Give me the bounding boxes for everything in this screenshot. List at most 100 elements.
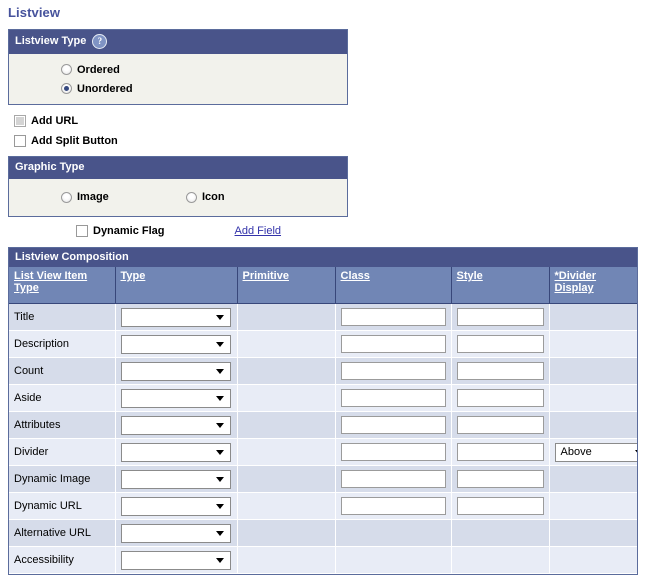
style-input[interactable]	[456, 470, 544, 488]
type-select[interactable]	[120, 469, 231, 489]
class-input[interactable]	[340, 416, 446, 434]
radio-image-indicator[interactable]	[61, 191, 72, 203]
type-select[interactable]	[120, 523, 231, 543]
help-question-icon[interactable]: ?	[92, 34, 108, 49]
cell-primitive	[237, 303, 336, 331]
divider-display-select[interactable]: Above	[554, 442, 637, 462]
table-row: Dynamic URL	[9, 492, 637, 520]
style-input[interactable]	[456, 389, 544, 407]
cell-class	[335, 384, 452, 412]
radio-icon-indicator[interactable]	[186, 191, 197, 203]
type-select[interactable]	[120, 361, 231, 381]
chevron-down-icon	[215, 558, 224, 563]
type-select[interactable]	[120, 334, 231, 354]
table-row: Attributes	[9, 411, 637, 439]
style-input[interactable]	[456, 497, 544, 515]
cell-style	[451, 357, 550, 385]
cell-class	[335, 357, 452, 385]
composition-table: List View Item Type Type Primitive Class…	[9, 267, 637, 574]
class-input[interactable]	[340, 362, 446, 380]
class-input[interactable]	[340, 497, 446, 515]
class-input[interactable]	[340, 335, 446, 353]
radio-option-icon[interactable]: Icon	[186, 191, 311, 203]
dynamic-flag-checkbox[interactable]	[76, 225, 88, 237]
radio-image-label: Image	[77, 191, 109, 203]
chevron-down-icon	[215, 423, 224, 428]
cell-list-view-item-type: Dynamic URL	[9, 492, 116, 520]
cell-list-view-item-type: Count	[9, 357, 116, 385]
cell-primitive	[237, 546, 336, 574]
style-input[interactable]	[456, 416, 544, 434]
row-item-label: Dynamic Image	[14, 473, 91, 485]
dynamic-flag-row: Dynamic Flag Add Field	[0, 225, 646, 237]
column-header-label: Primitive	[242, 270, 289, 282]
graphic-type-header: Graphic Type	[9, 157, 347, 179]
cell-primitive	[237, 438, 336, 466]
class-input[interactable]	[340, 308, 446, 326]
listview-type-header-label: Listview Type	[15, 35, 87, 47]
row-item-label: Alternative URL	[14, 527, 92, 539]
radio-ordered-indicator[interactable]	[61, 64, 72, 75]
checkbox-row-add-split-button[interactable]: Add Split Button	[14, 133, 646, 149]
cell-divider-display	[549, 519, 637, 547]
class-input[interactable]	[340, 443, 446, 461]
table-row: Aside	[9, 384, 637, 412]
radio-option-unordered[interactable]: Unordered	[9, 80, 347, 97]
cell-list-view-item-type: Attributes	[9, 411, 116, 439]
cell-divider-display	[549, 492, 637, 520]
type-select[interactable]	[120, 388, 231, 408]
cell-type	[115, 546, 238, 574]
add-field-link[interactable]: Add Field	[235, 225, 281, 237]
chevron-down-icon	[215, 342, 224, 347]
column-header-list-view-item-type[interactable]: List View Item Type	[9, 267, 116, 304]
row-item-label: Aside	[14, 392, 42, 404]
cell-class	[335, 546, 452, 574]
cell-type	[115, 492, 238, 520]
cell-style	[451, 465, 550, 493]
cell-list-view-item-type: Divider	[9, 438, 116, 466]
class-input[interactable]	[340, 389, 446, 407]
column-header-divider-display[interactable]: *Divider Display	[549, 267, 637, 304]
type-select[interactable]	[120, 496, 231, 516]
column-header-label: Type	[120, 270, 146, 282]
radio-unordered-label: Unordered	[77, 82, 133, 95]
cell-type	[115, 438, 238, 466]
cell-divider-display	[549, 384, 637, 412]
cell-list-view-item-type: Description	[9, 330, 116, 358]
column-header-primitive[interactable]: Primitive	[237, 267, 336, 304]
column-header-style[interactable]: Style	[451, 267, 550, 304]
type-select[interactable]	[120, 307, 231, 327]
radio-option-ordered[interactable]: Ordered	[9, 61, 347, 78]
style-input[interactable]	[456, 335, 544, 353]
cell-style	[451, 438, 550, 466]
class-input[interactable]	[340, 470, 446, 488]
add-url-checkbox[interactable]	[14, 115, 26, 127]
style-input[interactable]	[456, 308, 544, 326]
cell-divider-display	[549, 330, 637, 358]
cell-divider-display: Above	[549, 438, 637, 466]
type-select[interactable]	[120, 415, 231, 435]
table-header-row: List View Item Type Type Primitive Class…	[9, 267, 637, 304]
cell-list-view-item-type: Aside	[9, 384, 116, 412]
table-row: Alternative URL	[9, 519, 637, 547]
type-select[interactable]	[120, 550, 231, 570]
style-input[interactable]	[456, 362, 544, 380]
cell-divider-display	[549, 303, 637, 331]
column-header-type[interactable]: Type	[115, 267, 238, 304]
cell-type	[115, 519, 238, 547]
listview-type-group: Listview Type ? Ordered Unordered	[8, 29, 348, 105]
table-row: Count	[9, 357, 637, 385]
listview-composition-grid: Listview Composition List View Item Type…	[8, 247, 638, 575]
type-select[interactable]	[120, 442, 231, 462]
radio-unordered-indicator[interactable]	[61, 83, 72, 94]
row-item-label: Title	[14, 311, 35, 323]
table-row: Divider Above	[9, 438, 637, 466]
add-split-button-checkbox[interactable]	[14, 135, 26, 147]
style-input[interactable]	[456, 443, 544, 461]
cell-primitive	[237, 519, 336, 547]
listview-type-body: Ordered Unordered	[9, 54, 347, 104]
add-split-button-label: Add Split Button	[31, 135, 118, 147]
radio-option-image[interactable]: Image	[61, 191, 186, 203]
column-header-class[interactable]: Class	[335, 267, 452, 304]
checkbox-row-add-url[interactable]: Add URL	[14, 113, 646, 129]
